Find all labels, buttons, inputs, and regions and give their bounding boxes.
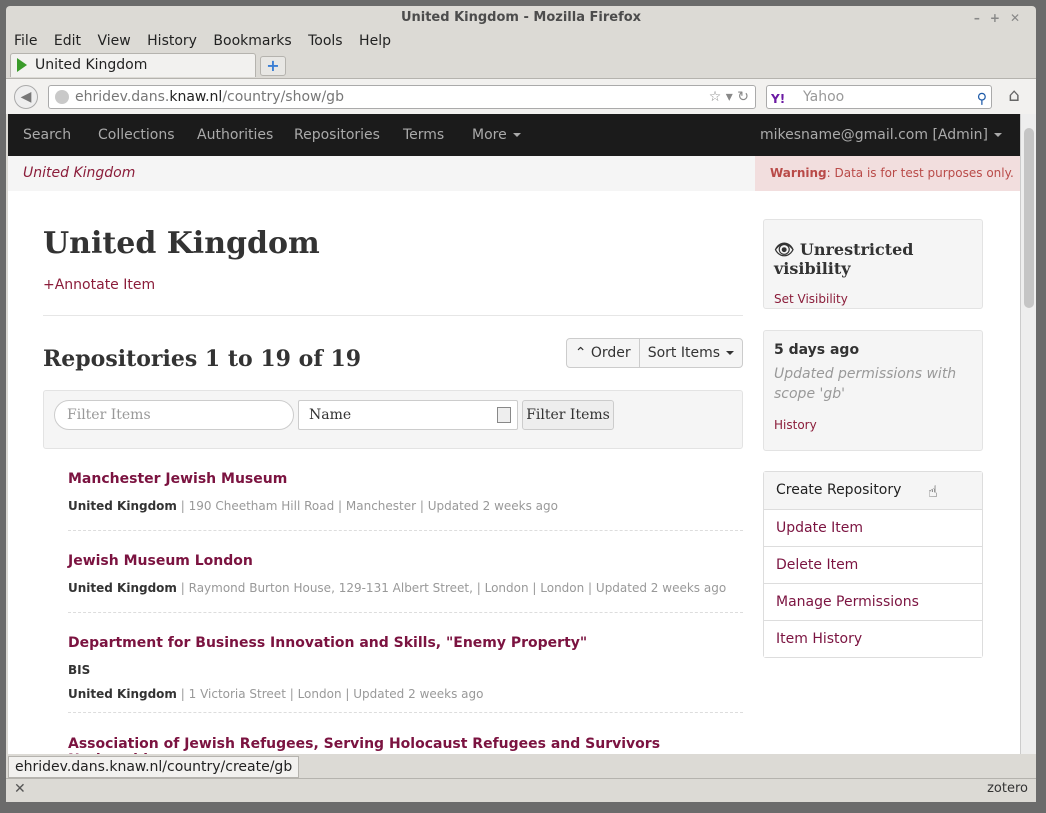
- caret-down-icon: [726, 351, 734, 355]
- delete-item-button[interactable]: Delete Item: [764, 546, 982, 583]
- window-title: United Kingdom - Mozilla Firefox –+✕: [6, 6, 1036, 30]
- tab-strip: United Kingdom +: [6, 52, 1036, 78]
- menu-file[interactable]: File: [14, 30, 37, 52]
- dropdown-arrow-icon: [497, 407, 511, 423]
- update-item-button[interactable]: Update Item: [764, 509, 982, 546]
- page-body: United Kingdom +Annotate Item Repositori…: [8, 114, 1020, 754]
- hand-cursor-icon: ☝: [928, 482, 938, 501]
- menu-tools[interactable]: Tools: [308, 30, 343, 52]
- sort-field-select[interactable]: Name: [298, 400, 518, 430]
- zotero-button[interactable]: zotero: [987, 781, 1028, 796]
- browser-window: United Kingdom - Mozilla Firefox –+✕ Fil…: [6, 6, 1036, 802]
- globe-icon: [55, 90, 69, 104]
- main-column: United Kingdom +Annotate Item Repositori…: [43, 226, 743, 388]
- url-bar[interactable]: ehridev.dans.knaw.nl/country/show/gb ☆ ▾…: [48, 85, 756, 109]
- chevron-up-icon: ⌃: [574, 345, 591, 361]
- visibility-panel: 👁 Unrestricted visibility Set Visibility: [763, 219, 983, 309]
- item-meta: United Kingdom | 190 Cheetham Hill Road …: [68, 499, 558, 513]
- home-icon[interactable]: ⌂: [1002, 85, 1026, 109]
- item-separator: [68, 712, 743, 713]
- bookmark-star-icon[interactable]: ☆ ▾ ↻: [709, 86, 749, 108]
- scrollbar-thumb[interactable]: [1024, 128, 1034, 308]
- sort-button-group: ⌃ Order Sort Items: [565, 338, 743, 368]
- nav-toolbar: ◀ ehridev.dans.knaw.nl/country/show/gb ☆…: [6, 78, 1036, 114]
- tab-united-kingdom[interactable]: United Kingdom: [10, 53, 256, 77]
- item-title-link[interactable]: Department for Business Innovation and S…: [68, 635, 743, 651]
- list-item: Jewish Museum London United Kingdom | Ra…: [68, 553, 743, 595]
- actions-list: Create Repository Update Item Delete Ite…: [763, 471, 983, 658]
- filter-items-button[interactable]: Filter Items: [522, 400, 614, 430]
- menu-history[interactable]: History: [147, 30, 197, 52]
- filter-input[interactable]: Filter Items: [54, 400, 294, 430]
- addon-bar: ✕ zotero: [6, 778, 1036, 802]
- history-panel: 5 days ago Updated permissions with scop…: [763, 330, 983, 451]
- list-item: Department for Business Innovation and S…: [68, 635, 743, 701]
- menu-view[interactable]: View: [97, 30, 130, 52]
- history-description: Updated permissions with scope 'gb': [774, 366, 957, 402]
- menu-edit[interactable]: Edit: [54, 30, 81, 52]
- item-title-link[interactable]: Manchester Jewish Museum: [68, 471, 743, 487]
- list-item: Manchester Jewish Museum United Kingdom …: [68, 471, 743, 513]
- close-addon-bar-icon[interactable]: ✕: [14, 781, 26, 797]
- history-when: 5 days ago: [774, 342, 860, 358]
- item-separator: [68, 612, 743, 613]
- back-button[interactable]: ◀: [14, 85, 38, 109]
- item-title-link[interactable]: Association of Jewish Refugees, Serving …: [68, 736, 743, 754]
- sort-items-button[interactable]: Sort Items: [638, 339, 742, 367]
- repositories-header: Repositories 1 to 19 of 19 ⌃ Order Sort …: [43, 316, 743, 388]
- page-title: United Kingdom: [43, 226, 320, 261]
- status-bar-url: ehridev.dans.knaw.nl/country/create/gb: [8, 756, 300, 778]
- vertical-scrollbar[interactable]: [1020, 114, 1036, 754]
- item-meta: United Kingdom | Raymond Burton House, 1…: [68, 581, 727, 595]
- yahoo-icon[interactable]: Y!: [771, 88, 785, 110]
- menu-bar: File Edit View History Bookmarks Tools H…: [6, 30, 1036, 52]
- favicon-icon: [17, 58, 27, 72]
- item-title-link[interactable]: Jewish Museum London: [68, 553, 743, 569]
- eye-icon: 👁: [774, 240, 800, 259]
- filter-form: Filter Items Name Filter Items: [43, 390, 743, 449]
- window-controls[interactable]: –+✕: [974, 6, 1030, 30]
- manage-permissions-button[interactable]: Manage Permissions: [764, 583, 982, 620]
- annotate-item-link[interactable]: +Annotate Item: [43, 277, 743, 293]
- item-identifier: BIS: [68, 663, 91, 677]
- search-icon[interactable]: ⚲: [977, 88, 987, 110]
- item-separator: [68, 530, 743, 531]
- repositories-heading: Repositories 1 to 19 of 19: [43, 346, 362, 372]
- visibility-heading: 👁 Unrestricted visibility: [774, 240, 914, 278]
- menu-help[interactable]: Help: [359, 30, 391, 52]
- item-history-button[interactable]: Item History: [764, 620, 982, 657]
- history-link[interactable]: History: [774, 418, 982, 432]
- create-repository-button[interactable]: Create Repository: [764, 472, 982, 509]
- set-visibility-link[interactable]: Set Visibility: [774, 292, 982, 306]
- search-box[interactable]: Y! Yahoo ⚲: [766, 85, 992, 109]
- order-button[interactable]: ⌃ Order: [567, 339, 639, 367]
- list-item: Association of Jewish Refugees, Serving …: [68, 736, 743, 754]
- new-tab-button[interactable]: +: [260, 56, 286, 76]
- menu-bookmarks[interactable]: Bookmarks: [213, 30, 291, 52]
- item-meta: United Kingdom | 1 Victoria Street | Lon…: [68, 687, 484, 701]
